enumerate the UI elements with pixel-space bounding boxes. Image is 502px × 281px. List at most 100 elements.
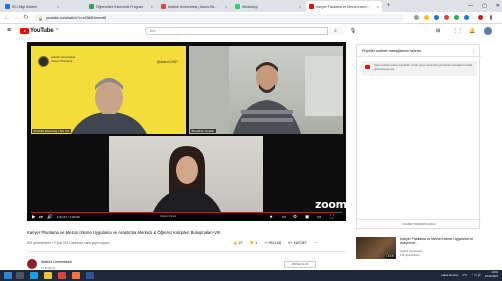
tray-icons[interactable]: ⌃ ▭ 🔊: [471, 273, 481, 277]
tab-close-icon[interactable]: ×: [299, 4, 301, 9]
fullscreen-icon[interactable]: ⛶: [330, 214, 333, 220]
browser-tab[interactable]: IEU Bilgi Sistemi ×: [2, 1, 62, 12]
tab-title: IEU Bilgi Sistemi: [12, 4, 38, 9]
weather-label[interactable]: Hava durumu: [441, 273, 458, 277]
more-dots-icon[interactable]: ⋮: [472, 48, 476, 53]
clock[interactable]: 10:01 10.02.2021: [485, 271, 498, 278]
system-tray: Hava durumu 2°C ⌃ ▭ 🔊 10:01 10.02.2021: [441, 271, 498, 278]
miniplayer-icon[interactable]: ▣: [305, 214, 309, 220]
chapter-title[interactable]: Katılım Paneli: [160, 215, 176, 218]
browser-tab[interactable]: Atatürk Üniversitesi | Atauni Bil... ×: [158, 1, 230, 12]
new-tab-button[interactable]: +: [384, 1, 393, 11]
channel-avatar[interactable]: [27, 259, 37, 269]
apps-icon[interactable]: ⋮⋮: [453, 28, 463, 34]
forward-button[interactable]: →: [12, 14, 20, 22]
youtube-header: ≡ YouTube TR Ara ⌕ 🎙 ⊞ ⋮⋮ 🔔: [0, 24, 502, 38]
video-player[interactable]: Atatürk Üniversitesi Kariyer Planlama @a…: [27, 42, 347, 221]
url-text: youtube.com/watch?v=eGkMHmnrsf8: [45, 16, 107, 20]
hamburger-menu-icon[interactable]: ≡: [7, 27, 11, 34]
start-icon[interactable]: [4, 272, 12, 279]
participant-portrait: [153, 146, 221, 212]
create-icon[interactable]: ⊞: [436, 28, 440, 34]
tab-close-icon[interactable]: ×: [151, 4, 153, 9]
profile-avatar-icon[interactable]: [478, 15, 483, 20]
url-field[interactable]: 🔒 youtube.com/watch?v=eGkMHmnrsf8: [34, 14, 404, 22]
os-taskbar: Hava durumu 2°C ⌃ ▭ 🔊 10:01 10.02.2021: [0, 270, 502, 281]
extension-icon[interactable]: [434, 15, 439, 20]
volume-icon[interactable]: 🔊: [47, 214, 53, 220]
next-icon[interactable]: ⏭: [39, 214, 43, 220]
participant-portrait: [71, 78, 147, 134]
save-button[interactable]: ≡+ KAYDET: [288, 241, 307, 245]
voice-search-button[interactable]: 🎙: [349, 27, 357, 35]
chat-header[interactable]: Popüler sohbet mesajlarının tekrarı ⋮: [357, 45, 481, 57]
extension-icon[interactable]: [454, 15, 459, 20]
browser-tab-active[interactable]: Kariyer Planlama ve Mezun İzlem... ×: [306, 1, 382, 12]
window-controls: — ▢ ✕: [468, 0, 500, 12]
progress-bar[interactable]: [31, 212, 342, 213]
chrome-icon[interactable]: [58, 272, 66, 279]
browser-tab[interactable]: WhatsApp ×: [232, 1, 304, 12]
youtube-logo[interactable]: YouTube TR: [20, 28, 59, 34]
participant-portrait: [189, 46, 343, 134]
like-button[interactable]: 👍 27: [233, 241, 243, 245]
browser-tab[interactable]: Öğrencilere Ekonomik Program ×: [86, 1, 156, 12]
video-meta: 629 görüntüleme • 9 Şub 2021 tarihinde c…: [27, 241, 110, 245]
maximize-button[interactable]: ▢: [482, 3, 487, 9]
participant-tile: Burakhan Keskin: [189, 46, 343, 134]
extension-icon[interactable]: [444, 15, 449, 20]
reload-button[interactable]: ↻: [22, 14, 30, 22]
tab-close-icon[interactable]: ×: [377, 4, 379, 9]
settings-icon[interactable]: ⚙: [293, 214, 297, 220]
tab-title: Öğrencilere Ekonomik Program: [96, 4, 144, 9]
chat-notice-text: Canlı sohbet tekrarı kapatıldı. Canlı ya…: [374, 63, 473, 71]
country-code: TR: [55, 28, 59, 31]
firefox-icon[interactable]: [72, 272, 80, 279]
more-actions-button[interactable]: ⋯: [314, 241, 317, 245]
tab-close-icon[interactable]: ×: [225, 4, 227, 9]
lock-icon: 🔒: [38, 15, 43, 21]
extension-icon[interactable]: [464, 15, 469, 20]
play-icon[interactable]: ▶: [32, 214, 36, 220]
subscribe-button[interactable]: ABONE OLUN: [284, 261, 316, 268]
search-icon: ⌕: [334, 28, 337, 34]
extension-icon[interactable]: [424, 15, 429, 20]
account-avatar[interactable]: [484, 27, 492, 35]
chat-replay-panel: Popüler sohbet mesajlarının tekrarı ⋮ Ca…: [356, 44, 481, 229]
menu-dots-icon[interactable]: [490, 15, 492, 20]
edge-icon[interactable]: [30, 272, 38, 279]
captions-icon[interactable]: ▭: [282, 214, 286, 220]
zoom-watermark: zoom: [315, 198, 347, 211]
autoplay-toggle[interactable]: ⏺: [270, 214, 272, 220]
tab-close-icon[interactable]: ×: [57, 4, 59, 9]
address-bar: ← → ↻ 🔒 youtube.com/watch?v=eGkMHmnrsf8: [0, 12, 502, 24]
theater-mode-icon[interactable]: ▭: [317, 214, 321, 220]
search-icon[interactable]: [16, 272, 24, 279]
word-icon[interactable]: [86, 272, 94, 279]
close-window-button[interactable]: ✕: [496, 3, 500, 9]
search-input[interactable]: Ara: [145, 27, 343, 35]
recommended-channel: Atatürk Üniversitesi: [400, 250, 423, 253]
browser-tab-bar: IEU Bilgi Sistemi × Öğrencilere Ekonomik…: [0, 0, 502, 12]
recommended-video[interactable]: 1:03:35 Kariyer Planlama ve Mezun İzleme…: [356, 237, 492, 259]
search-button[interactable]: ⌕: [327, 27, 343, 35]
hide-chat-button[interactable]: SOHBET TEKRARINI GİZLE: [357, 219, 481, 228]
back-button[interactable]: ←: [3, 14, 11, 22]
minimize-button[interactable]: —: [468, 3, 473, 9]
extension-icon[interactable]: [414, 15, 419, 20]
tab-title: Kariyer Planlama ve Mezun İzlem...: [316, 4, 370, 9]
thumbs-down-icon: 👎: [249, 241, 254, 245]
like-count: 27: [238, 241, 243, 245]
recommended-title[interactable]: Kariyer Planlama ve Mezun İzleme Uygulam…: [400, 237, 490, 245]
mic-icon: 🎙: [349, 28, 357, 34]
youtube-notice-icon: [365, 65, 370, 69]
dislike-button[interactable]: 👎 1: [250, 241, 258, 245]
explorer-icon[interactable]: [44, 272, 52, 279]
bell-icon[interactable]: 🔔: [469, 28, 475, 34]
channel-name[interactable]: Atatürk Üniversitesi: [41, 260, 72, 264]
tab-title: Atatürk Üniversitesi | Atauni Bil...: [168, 4, 217, 9]
video-thumbnail[interactable]: 1:03:35: [356, 237, 396, 259]
progress-fill: [31, 212, 336, 213]
share-button[interactable]: ↗ PAYLAŞ: [264, 241, 281, 245]
youtube-favicon-icon: [309, 4, 314, 9]
